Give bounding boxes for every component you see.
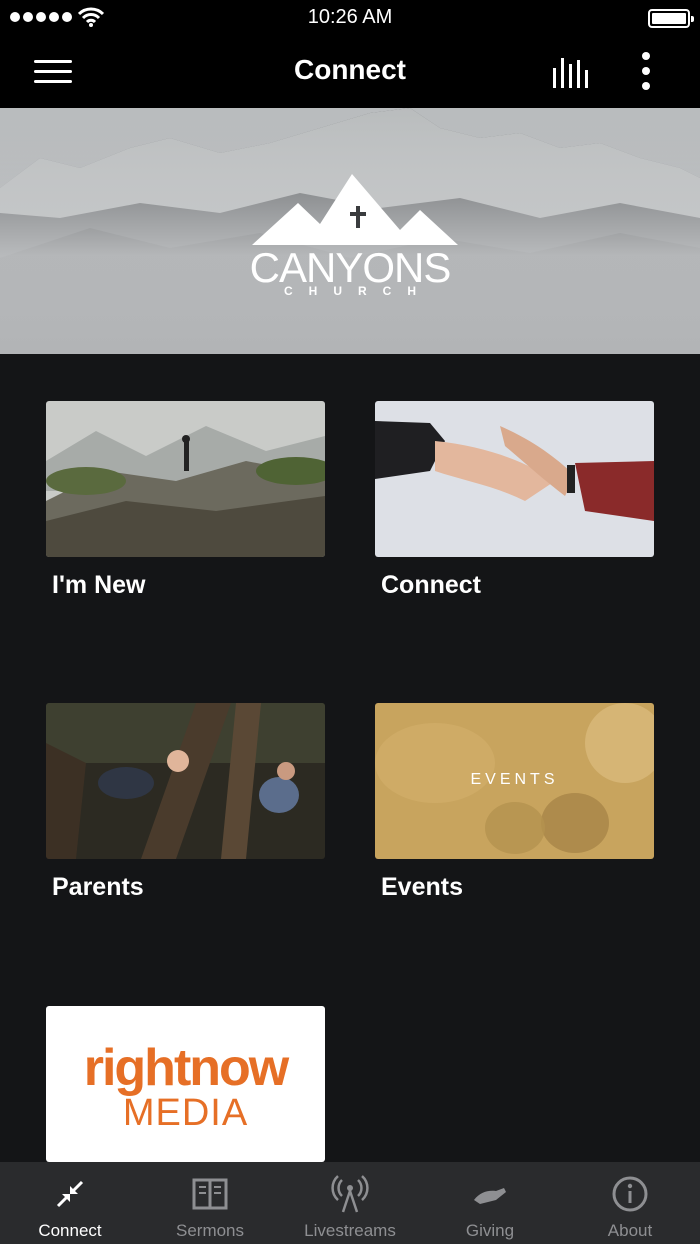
bottom-tab-bar: Connect Sermons Livestreams Giving About	[0, 1162, 700, 1244]
tab-connect[interactable]: Connect	[0, 1162, 140, 1244]
book-icon	[192, 1178, 228, 1210]
tile-label: I'm New	[52, 571, 146, 599]
tile-im-new[interactable]: I'm New	[46, 401, 325, 600]
connect-grid: I'm New Connect Parents EVENTS Events ri…	[0, 354, 700, 1162]
more-options-icon[interactable]	[634, 52, 658, 92]
tile-label: Parents	[52, 873, 144, 901]
battery-icon	[648, 9, 694, 28]
audio-player-icon[interactable]	[550, 54, 594, 90]
tab-label: Livestreams	[304, 1221, 396, 1240]
info-icon	[612, 1176, 648, 1212]
tab-label: Connect	[38, 1221, 102, 1240]
nav-bar: Connect	[0, 36, 700, 108]
logo-text-rightnow: rightnow	[83, 1039, 290, 1097]
giving-hand-icon	[474, 1188, 506, 1204]
events-image: EVENTS	[375, 703, 654, 859]
tab-label: Giving	[465, 1221, 515, 1240]
tile-label: Events	[381, 873, 463, 901]
tile-label: Connect	[381, 571, 481, 599]
church-logo-subtitle: CHURCH	[284, 284, 432, 298]
tab-giving[interactable]: Giving	[420, 1162, 560, 1244]
mountain-background-image	[0, 108, 700, 354]
hero-banner: CANYONS CHURCH	[0, 108, 700, 354]
tile-parents[interactable]: Parents	[46, 703, 325, 902]
hiker-on-rocky-trail-image	[46, 401, 325, 557]
tile-connect[interactable]: Connect	[375, 401, 654, 600]
status-time: 10:26 AM	[307, 6, 393, 28]
tab-label: About	[607, 1221, 653, 1240]
tile-rightnow-media[interactable]: rightnow MEDIA	[46, 1006, 325, 1162]
logo-text-media: MEDIA	[122, 1092, 249, 1134]
page-title: Connect	[294, 54, 406, 85]
tab-about[interactable]: About	[560, 1162, 700, 1244]
tab-label: Sermons	[175, 1221, 245, 1240]
handshake-image	[375, 401, 654, 557]
tab-sermons[interactable]: Sermons	[140, 1162, 280, 1244]
rightnow-media-logo: rightnow MEDIA	[46, 1006, 325, 1162]
connect-icon	[56, 1180, 84, 1208]
status-bar: 10:26 AM	[0, 0, 700, 36]
tile-events[interactable]: EVENTS Events	[375, 703, 654, 902]
events-overlay-text: EVENTS	[470, 771, 559, 788]
tab-livestreams[interactable]: Livestreams	[280, 1162, 420, 1244]
broadcast-icon	[331, 1175, 369, 1213]
kids-climbing-trees-image	[46, 703, 325, 859]
